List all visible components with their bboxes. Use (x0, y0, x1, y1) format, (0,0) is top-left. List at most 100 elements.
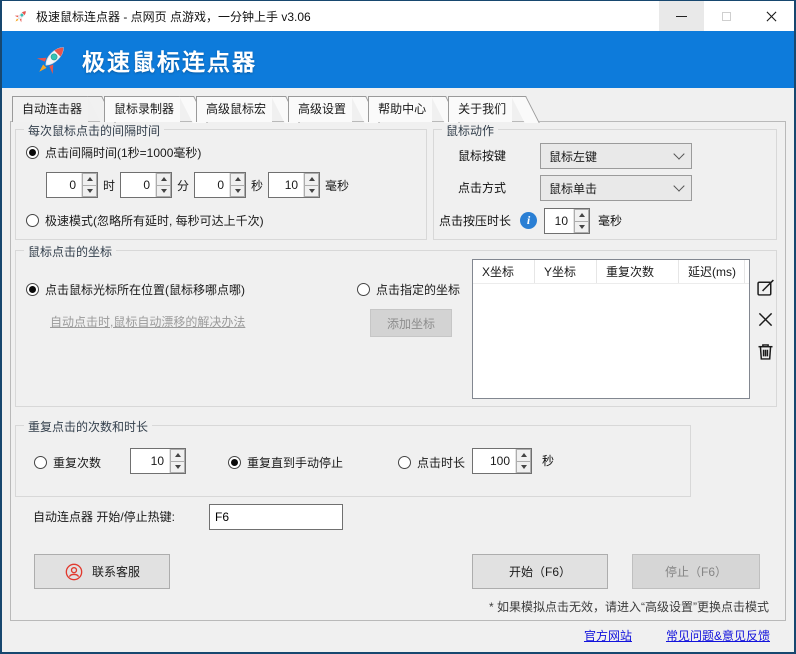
hours-unit: 时 (103, 177, 115, 194)
close-icon (766, 11, 777, 22)
spin-up-button[interactable] (574, 209, 589, 222)
chevron-down-icon (673, 148, 684, 159)
radio-click-at-cursor[interactable]: 点击鼠标光标所在位置(鼠标移哪点哪) (26, 281, 245, 298)
minimize-button[interactable] (659, 1, 704, 31)
x-delete-icon[interactable] (755, 309, 776, 330)
radio-click-duration[interactable]: 点击时长 (398, 454, 465, 471)
app-banner: 极速鼠标连点器 (2, 31, 794, 88)
minimize-icon (676, 16, 687, 17)
hours-stepper[interactable]: 0 (46, 172, 98, 198)
press-duration-stepper[interactable]: 10 (544, 208, 590, 234)
mouse-action-groupbox: 鼠标动作 鼠标按键 鼠标左键 点击方式 鼠标单击 点击按压时长 i 10 毫秒 (433, 129, 777, 240)
radio-repeat-until-stopped[interactable]: 重复直到手动停止 (228, 454, 343, 471)
press-duration-label: 点击按压时长 (439, 208, 511, 234)
repeat-groupbox: 重复点击的次数和时长 重复次数 10 重复直到手动停止 点击时长 100 秒 (15, 425, 691, 497)
col-delay: 延迟(ms) (679, 260, 745, 283)
click-duration-unit: 秒 (542, 448, 554, 474)
add-coordinate-button[interactable]: 添加坐标 (370, 309, 452, 337)
radio-selected-icon (26, 283, 39, 296)
spin-down-button[interactable] (516, 462, 531, 474)
app-window: 极速鼠标连点器 - 点网页 点游戏，一分钟上手 v3.06 极速鼠标连点器 (0, 0, 796, 654)
hotkey-label: 自动连点器 开始/停止热键: (33, 504, 175, 530)
radio-unselected-icon (357, 283, 370, 296)
tab-auto-clicker[interactable]: 自动连击器 (12, 96, 88, 122)
press-duration-unit: 毫秒 (598, 208, 622, 234)
person-icon (64, 562, 84, 582)
click-duration-stepper[interactable]: 100 (472, 448, 532, 474)
chevron-down-icon (673, 180, 684, 191)
radio-repeat-count[interactable]: 重复次数 (34, 454, 101, 471)
click-mode-select[interactable]: 鼠标单击 (540, 175, 692, 201)
tab-about-us[interactable]: 关于我们 (448, 96, 512, 122)
tab-mouse-recorder[interactable]: 鼠标录制器 (104, 96, 180, 122)
interval-group-title: 每次鼠标点击的间隔时间 (24, 122, 164, 139)
seconds-unit: 秒 (251, 177, 263, 194)
col-x: X坐标 (473, 260, 535, 283)
maximize-icon (722, 12, 731, 21)
stop-button[interactable]: 停止（F6） (632, 554, 760, 589)
footer-note: * 如果模拟点击无效，请进入“高级设置”更换点击模式 (489, 598, 769, 615)
radio-click-fixed-coords[interactable]: 点击指定的坐标 (357, 281, 460, 298)
contact-support-button[interactable]: 联系客服 (34, 554, 170, 589)
radio-unselected-icon (398, 456, 411, 469)
spin-down-button[interactable] (574, 222, 589, 234)
col-repeat: 重复次数 (597, 260, 679, 283)
tab-advanced-settings[interactable]: 高级设置 (288, 96, 352, 122)
interval-groupbox: 每次鼠标点击的间隔时间 点击间隔时间(1秒=1000毫秒) 0 时 0 分 0 (15, 129, 427, 240)
info-icon[interactable]: i (520, 212, 537, 229)
titlebar: 极速鼠标连点器 - 点网页 点游戏，一分钟上手 v3.06 (2, 1, 794, 31)
official-site-link[interactable]: 官方网站 (584, 627, 632, 644)
spin-up-button[interactable] (230, 173, 245, 186)
milliseconds-unit: 毫秒 (325, 177, 349, 194)
coords-table-header: X坐标 Y坐标 重复次数 延迟(ms) (473, 260, 749, 284)
spin-up-button[interactable] (170, 449, 185, 462)
footer-links: 官方网站 常见问题&意见反馈 (584, 627, 770, 644)
tab-help-center[interactable]: 帮助中心 (368, 96, 432, 122)
tab-page-auto-clicker: 每次鼠标点击的间隔时间 点击间隔时间(1秒=1000毫秒) 0 时 0 分 0 (10, 121, 786, 621)
tabstrip: 自动连击器 鼠标录制器 高级鼠标宏 高级设置 帮助中心 关于我们 (12, 96, 528, 122)
spin-down-button[interactable] (82, 186, 97, 198)
drift-solution-link[interactable]: 自动点击时,鼠标自动漂移的解决办法 (50, 313, 245, 330)
radio-turbo-mode[interactable]: 极速模式(忽略所有延时, 每秒可达上千次) (26, 212, 264, 229)
rocket-logo-icon (32, 41, 70, 79)
mouse-action-group-title: 鼠标动作 (442, 122, 498, 139)
maximize-button[interactable] (704, 1, 749, 31)
coords-group-title: 鼠标点击的坐标 (24, 243, 116, 260)
repeat-group-title: 重复点击的次数和时长 (24, 418, 152, 435)
close-button[interactable] (749, 1, 794, 31)
hotkey-input[interactable] (209, 504, 343, 530)
radio-unselected-icon (34, 456, 47, 469)
mouse-button-label: 鼠标按键 (458, 143, 506, 169)
radio-selected-icon (26, 146, 39, 159)
window-title: 极速鼠标连点器 - 点网页 点游戏，一分钟上手 v3.06 (36, 8, 311, 25)
interval-spinners: 0 时 0 分 0 秒 10 毫秒 (46, 172, 349, 198)
radio-click-interval[interactable]: 点击间隔时间(1秒=1000毫秒) (26, 144, 201, 161)
spin-up-button[interactable] (304, 173, 319, 186)
spin-down-button[interactable] (156, 186, 171, 198)
repeat-count-stepper[interactable]: 10 (130, 448, 186, 474)
col-y: Y坐标 (535, 260, 597, 283)
radio-unselected-icon (26, 214, 39, 227)
trash-icon[interactable] (755, 341, 776, 362)
spin-up-button[interactable] (82, 173, 97, 186)
rocket-icon (12, 8, 29, 25)
spin-down-button[interactable] (304, 186, 319, 198)
tab-advanced-macro[interactable]: 高级鼠标宏 (196, 96, 272, 122)
minutes-stepper[interactable]: 0 (120, 172, 172, 198)
radio-selected-icon (228, 456, 241, 469)
spin-down-button[interactable] (170, 462, 185, 474)
coords-tools (755, 277, 776, 362)
edit-icon[interactable] (755, 277, 776, 298)
milliseconds-stepper[interactable]: 10 (268, 172, 320, 198)
coords-groupbox: 鼠标点击的坐标 点击鼠标光标所在位置(鼠标移哪点哪) 自动点击时,鼠标自动漂移的… (15, 250, 777, 407)
spin-up-button[interactable] (156, 173, 171, 186)
faq-feedback-link[interactable]: 常见问题&意见反馈 (666, 627, 770, 644)
mouse-button-select[interactable]: 鼠标左键 (540, 143, 692, 169)
click-mode-label: 点击方式 (458, 175, 506, 201)
app-name: 极速鼠标连点器 (82, 43, 257, 77)
spin-up-button[interactable] (516, 449, 531, 462)
start-button[interactable]: 开始（F6） (472, 554, 608, 589)
seconds-stepper[interactable]: 0 (194, 172, 246, 198)
spin-down-button[interactable] (230, 186, 245, 198)
coords-table[interactable]: X坐标 Y坐标 重复次数 延迟(ms) (472, 259, 750, 399)
